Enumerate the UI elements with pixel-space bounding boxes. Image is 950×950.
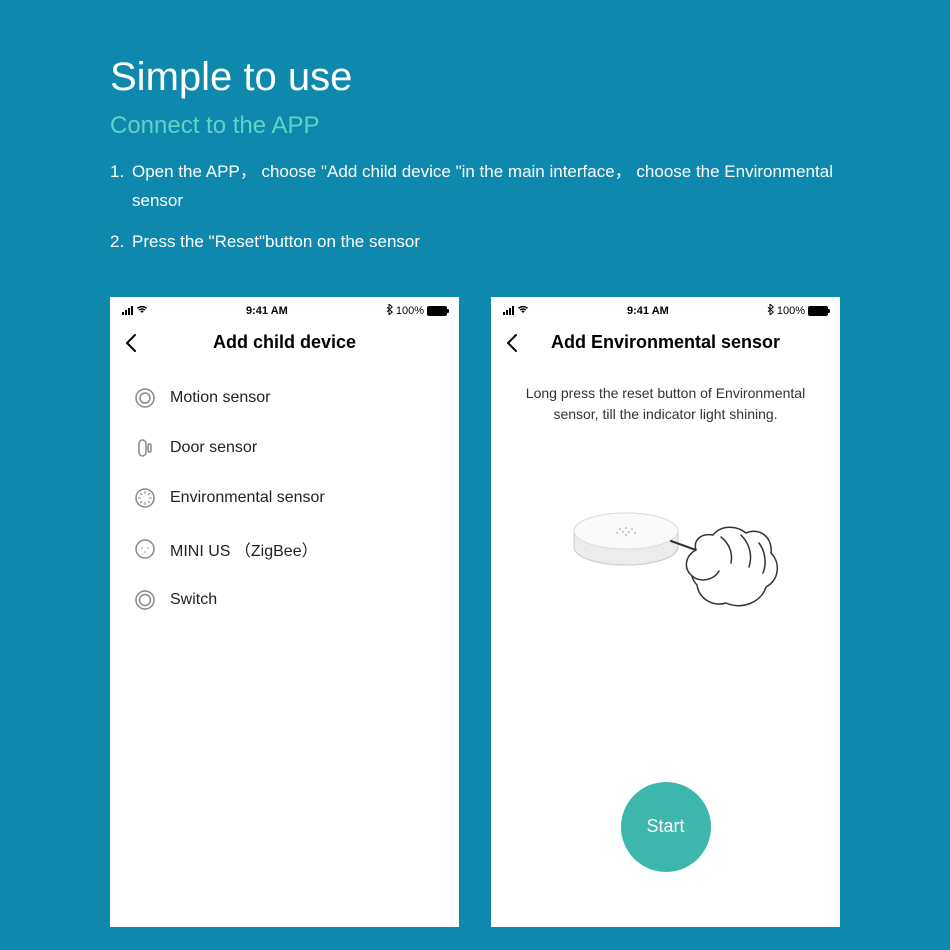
phone-add-environmental-sensor: 9:41 AM 100% Add Environmental sensor Lo… — [491, 297, 840, 927]
nav-bar: Add child device — [110, 321, 459, 365]
back-button[interactable] — [120, 331, 144, 355]
phone-add-child-device: 9:41 AM 100% Add child device Motion sen… — [110, 297, 459, 927]
device-type-list: Motion sensor Door sensor Environmental … — [110, 365, 459, 633]
environmental-sensor-icon — [134, 487, 156, 509]
list-item-switch[interactable]: Switch — [130, 575, 439, 625]
status-bar: 9:41 AM 100% — [110, 297, 459, 321]
status-bar: 9:41 AM 100% — [491, 297, 840, 321]
status-time: 9:41 AM — [246, 305, 288, 317]
plug-icon — [134, 538, 156, 560]
motion-sensor-icon — [134, 387, 156, 409]
nav-bar: Add Environmental sensor — [491, 321, 840, 365]
step-2: 2. Press the "Reset"button on the sensor — [110, 228, 840, 257]
step-1: 1. Open the APP， choose "Add child devic… — [110, 158, 840, 216]
battery-percent: 100% — [396, 305, 424, 317]
list-item-label: Door sensor — [170, 439, 257, 457]
list-item-mini-us-zigbee[interactable]: MINI US （ZigBee） — [130, 523, 439, 575]
bluetooth-icon — [386, 304, 393, 318]
battery-icon — [808, 306, 828, 316]
steps-list: 1. Open the APP， choose "Add child devic… — [110, 158, 840, 257]
phone-mockups: 9:41 AM 100% Add child device Motion sen… — [0, 269, 950, 927]
instruction-text: Long press the reset button of Environme… — [491, 365, 840, 425]
list-item-label: Environmental sensor — [170, 489, 325, 507]
step-text: Press the "Reset"button on the sensor — [132, 228, 840, 257]
nav-title: Add child device — [213, 332, 356, 353]
cellular-signal-icon — [503, 306, 514, 315]
step-text: Open the APP， choose "Add child device "… — [132, 158, 840, 216]
list-item-motion-sensor[interactable]: Motion sensor — [130, 373, 439, 423]
cellular-signal-icon — [122, 306, 133, 315]
list-item-label: MINI US （ZigBee） — [170, 537, 318, 561]
page-subtitle: Connect to the APP — [110, 112, 840, 140]
status-time: 9:41 AM — [627, 305, 669, 317]
step-number: 2. — [110, 228, 132, 257]
door-sensor-icon — [134, 437, 156, 459]
wifi-icon — [517, 304, 529, 317]
page-title: Simple to use — [110, 55, 840, 100]
battery-percent: 100% — [777, 305, 805, 317]
list-item-label: Motion sensor — [170, 389, 271, 407]
list-item-environmental-sensor[interactable]: Environmental sensor — [130, 473, 439, 523]
list-item-label: Switch — [170, 591, 217, 609]
intro-header: Simple to use Connect to the APP 1. Open… — [0, 0, 950, 257]
battery-icon — [427, 306, 447, 316]
back-button[interactable] — [501, 331, 525, 355]
bluetooth-icon — [767, 304, 774, 318]
list-item-door-sensor[interactable]: Door sensor — [130, 423, 439, 473]
wifi-icon — [136, 304, 148, 317]
nav-title: Add Environmental sensor — [551, 332, 780, 353]
switch-icon — [134, 589, 156, 611]
step-number: 1. — [110, 158, 132, 216]
reset-illustration — [491, 425, 840, 782]
start-button[interactable]: Start — [621, 782, 711, 872]
